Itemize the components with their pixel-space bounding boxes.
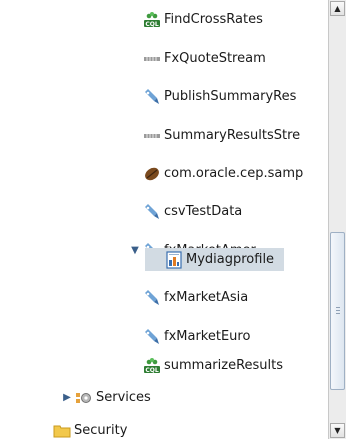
adapter-icon [143,88,161,106]
vertical-scrollbar[interactable]: ▲ ▼ [328,0,346,439]
tree-item-label: FxQuoteStream [164,51,266,66]
tree-item-label: summarizeResults [164,358,284,373]
stream-icon [143,127,161,145]
tree-item-summarizeresults[interactable]: CQL summarizeResults [0,351,328,380]
tree-item-label: PublishSummaryRes [164,89,297,104]
tree-item-label: Services [96,390,151,405]
svg-text:CQL: CQL [145,21,159,28]
scroll-thumb[interactable] [330,232,345,390]
tree-item-publishsummaryres[interactable]: PublishSummaryRes [0,82,328,111]
tree-item-label: Security [74,423,128,438]
scroll-up-button[interactable]: ▲ [330,1,345,16]
tree-item-summaryresultsstre[interactable]: SummaryResultsStre [0,121,328,150]
scroll-down-button[interactable]: ▼ [330,423,345,438]
tree-item-mydiagprofile[interactable]: Mydiagprofile [0,245,328,274]
tree-item-label: Mydiagprofile [186,252,275,267]
svg-text:CQL: CQL [145,367,159,374]
tree-item-com-oracle-cep-samp[interactable]: com.oracle.cep.samp [0,159,328,188]
tree-item-fxmarketeuro[interactable]: fxMarketEuro [0,322,328,351]
adapter-icon [143,328,161,346]
cql-icon: CQL [143,11,161,29]
adapter-icon [143,203,161,221]
tree-item-label: csvTestData [164,204,243,219]
tree-item-fxmarketasia[interactable]: fxMarketAsia [0,283,328,312]
tree-item-label: FindCrossRates [164,12,263,27]
collapsed-arrow-icon[interactable]: ▶ [61,392,73,403]
navigation-tree: CQL FindCrossRates FxQuoteStream Publish… [0,0,328,439]
tree-item-csvtestdata[interactable]: csvTestData [0,197,328,226]
selection-highlight: Mydiagprofile [145,248,285,271]
tree-item-label: fxMarketEuro [164,329,251,344]
tree-item-security[interactable]: Security [0,416,328,439]
bean-icon [143,165,161,183]
tree-item-services[interactable]: ▶ Services [0,383,328,412]
profile-icon [165,250,183,269]
services-icon [75,389,93,407]
stream-icon [143,50,161,68]
tree-item-label: SummaryResultsStre [164,128,301,143]
cql-icon: CQL [143,357,161,375]
tree-item-fxquotestream[interactable]: FxQuoteStream [0,44,328,73]
folder-icon [53,422,71,439]
tree-item-label: com.oracle.cep.samp [164,166,304,181]
tree-item-findcrossrates[interactable]: CQL FindCrossRates [0,5,328,34]
tree-item-label: fxMarketAsia [164,290,249,305]
adapter-icon [143,289,161,307]
